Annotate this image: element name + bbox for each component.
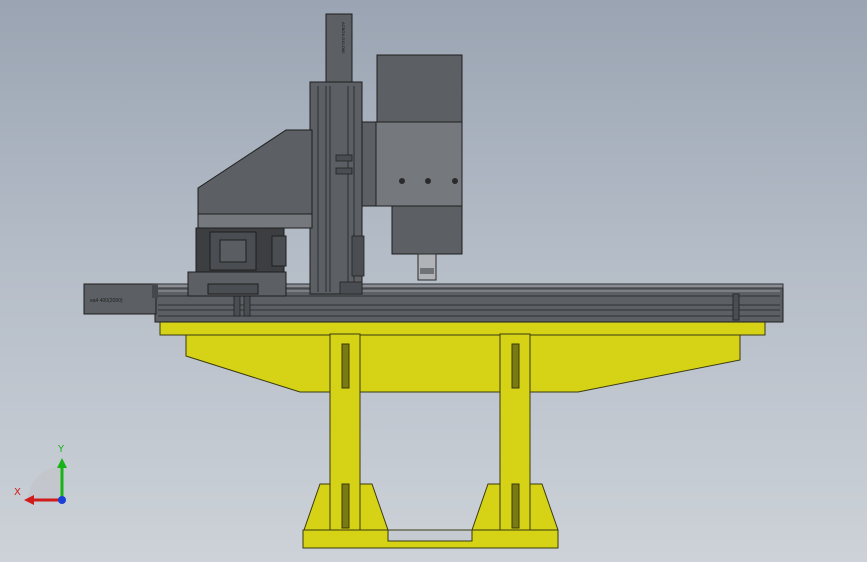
carriage-plate — [197, 213, 313, 229]
column-top-housing — [325, 13, 353, 89]
leg-slot — [511, 483, 520, 529]
frame-top-plate — [159, 321, 766, 336]
spindle-side-plate — [361, 121, 377, 207]
frame-base-opening — [387, 529, 473, 542]
bolt — [399, 178, 405, 184]
leg-slot — [341, 483, 350, 529]
carriage-drive — [187, 129, 313, 297]
column-label: ACBOX-D10-D80 — [341, 22, 346, 54]
carriage-hood — [197, 129, 313, 227]
bolt — [425, 178, 431, 184]
spindle-head — [361, 54, 463, 281]
frame-top-tray — [185, 333, 741, 393]
vertical-column: ACBOX-D10-D80 — [309, 13, 365, 295]
rail-end-clamp — [732, 293, 740, 321]
coordinate-triad-icon: Y X — [14, 444, 67, 505]
rail-end-clamp — [243, 293, 251, 317]
rail-motor-label: ea4 400(2090) — [90, 298, 123, 304]
frame-gusset — [529, 483, 559, 531]
spindle-mount — [363, 121, 463, 207]
spindle-collet — [417, 253, 437, 281]
spindle-motor — [391, 205, 463, 255]
support-frame — [159, 321, 766, 549]
frame-gusset — [303, 483, 331, 531]
frame-gusset — [471, 483, 501, 531]
leg-slot — [511, 343, 520, 389]
leg-slot — [341, 343, 350, 389]
spindle-top-box — [376, 54, 463, 124]
triad-y-label: Y — [57, 444, 65, 455]
cad-viewport[interactable]: ea4 400(2090) ACBOX-D10-D80 Y X — [0, 0, 867, 562]
triad-x-label: X — [14, 487, 21, 498]
rail-end-clamp — [233, 293, 241, 317]
bolt — [452, 178, 458, 184]
frame-gusset — [359, 483, 389, 531]
